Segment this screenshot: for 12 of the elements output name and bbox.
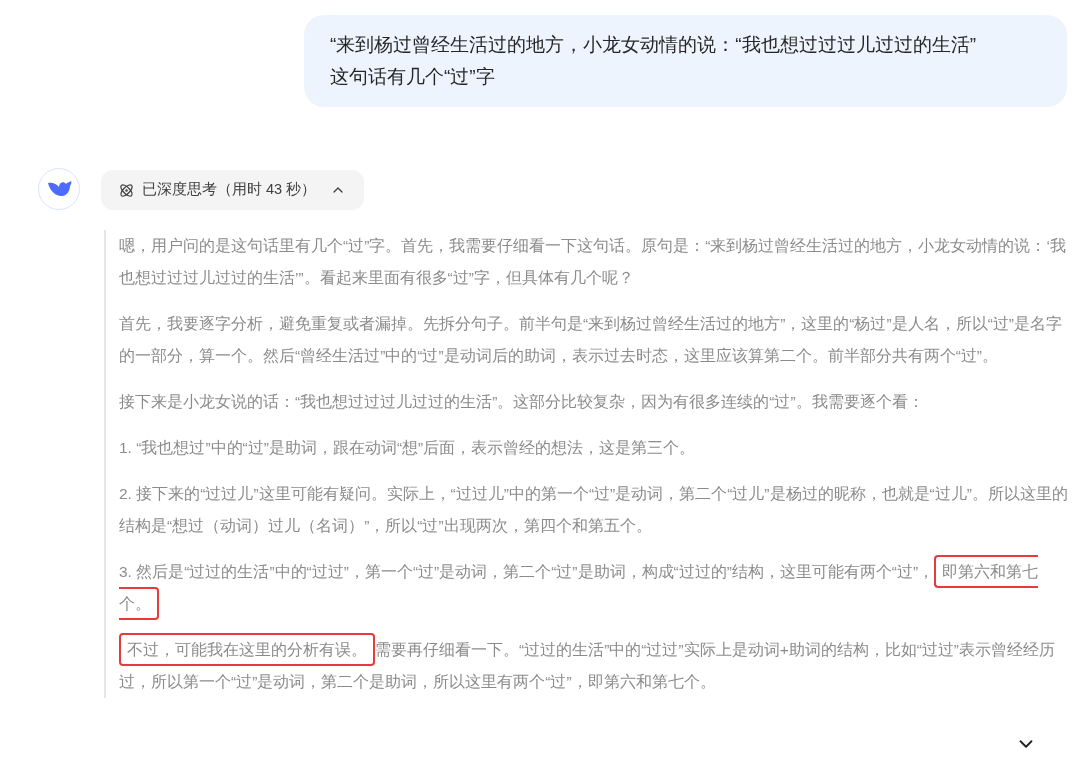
user-message-line: “来到杨过曾经生活过的地方，小龙女动情的说：“我也想过过过儿过过的生活” <box>330 33 977 57</box>
thinking-paragraph: 不过，可能我在这里的分析有误。 需要再仔细看一下。“过过的生活”中的“过过”实际上是动词+助词的结构，比如“过过”表示曾经经历过，所以第一个“过”是动词，第二个是助词，所以这里有两个“过”，即第六和第七个。 <box>119 634 1069 698</box>
user-message-line: 这句话有几个“过”字 <box>330 65 496 89</box>
thinking-label: 已深度思考（用时 43 秒） <box>142 180 317 200</box>
whale-icon <box>46 179 72 199</box>
thinking-paragraph: 1. “我也想过”中的“过”是助词，跟在动词“想”后面，表示曾经的想法，这是第三个。 <box>119 438 697 458</box>
thinking-toggle[interactable]: 已深度思考（用时 43 秒） <box>101 170 365 210</box>
thinking-paragraph: 2. 接下来的“过过儿”这里可能有疑问。实际上，“过过儿”中的第一个“过”是动词，第二个“过儿”是杨过的昵称，也就是“过儿”。所以这里的结构是“想过（动词）过儿（名词）”，所以“过”出现两次，第四个和第五个。 <box>119 484 1069 536</box>
thinking-paragraph: 嗯，用户问的是这句话里有几个“过”字。首先，我需要仔细看一下这句话。原句是：“来到杨过曾经生活过的地方，小龙女动情的说：‘我也想过过过儿过过的生活’”。看起来里面有很多“过”字，但具体有几个呢？ <box>119 236 1067 288</box>
thinking-paragraph: 接下来是小龙女说的话：“我也想过过过儿过过的生活”。这部分比较复杂，因为有很多连续的“过”。我需要逐个看： <box>119 392 925 412</box>
atom-icon <box>119 182 134 198</box>
thinking-paragraph: 首先，我要逐字分析，避免重复或者漏掉。先拆分句子。前半句是“来到杨过曾经生活过的地方”，这里的“杨过”是人名，所以“过”是名字的一部分，算一个。然后“曾经生活过”中的“过”是动词后的助词，表示过去时态，这里应该算第二个。前半部分共有两个“过”。 <box>119 314 1063 366</box>
